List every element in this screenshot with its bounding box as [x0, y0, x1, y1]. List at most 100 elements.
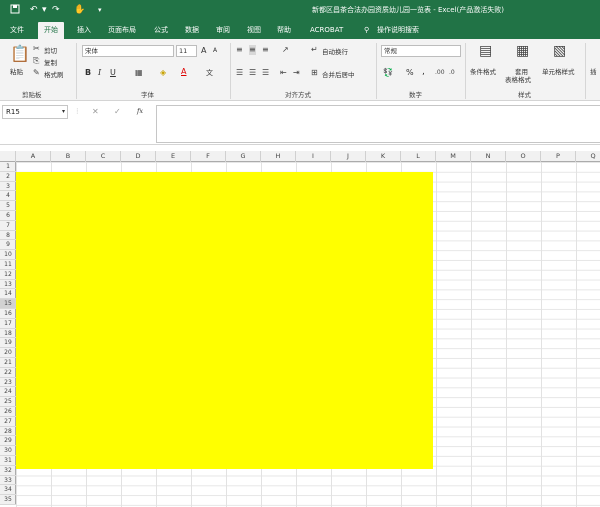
font-size-select[interactable]: 11: [176, 45, 197, 57]
row-header-30[interactable]: 30: [0, 446, 16, 456]
conditional-formatting-button[interactable]: 条件格式: [470, 66, 496, 76]
tab-home[interactable]: 开始: [38, 22, 64, 39]
merge-center-icon[interactable]: ⊞: [311, 68, 318, 78]
row-header-27[interactable]: 27: [0, 417, 16, 427]
column-header-d[interactable]: D: [121, 151, 156, 162]
row-header-19[interactable]: 19: [0, 338, 16, 349]
increase-indent-icon[interactable]: ⇥: [293, 68, 300, 78]
increase-decimal-icon[interactable]: .00: [435, 68, 445, 78]
column-header-h[interactable]: H: [261, 151, 296, 162]
decrease-indent-icon[interactable]: ⇤: [280, 68, 287, 78]
paste-button[interactable]: 粘贴: [10, 66, 23, 76]
row-header-24[interactable]: 24: [0, 387, 16, 398]
formula-input[interactable]: [156, 105, 600, 143]
copy-button[interactable]: 复制: [44, 57, 57, 67]
insert-function-icon[interactable]: fx: [137, 107, 143, 115]
row-header-6[interactable]: 6: [0, 211, 16, 221]
tab-file[interactable]: 文件: [10, 25, 24, 36]
underline-button[interactable]: U: [110, 68, 116, 77]
row-header-2[interactable]: 2: [0, 172, 16, 182]
row-header-1[interactable]: 1: [0, 162, 16, 172]
format-painter-button[interactable]: 格式刷: [44, 69, 64, 79]
currency-icon[interactable]: 💱: [383, 68, 393, 78]
wrap-text-icon[interactable]: ↵: [311, 45, 318, 55]
align-center-icon[interactable]: ☰: [249, 68, 256, 78]
column-header-i[interactable]: I: [296, 151, 331, 162]
align-top-icon[interactable]: ≡: [236, 45, 243, 55]
redo-icon[interactable]: ↷: [52, 4, 60, 16]
border-icon[interactable]: ▦: [135, 68, 143, 78]
tab-acrobat[interactable]: ACROBAT: [310, 25, 343, 36]
row-header-34[interactable]: 34: [0, 485, 16, 496]
column-header-l[interactable]: L: [401, 151, 436, 162]
paste-icon[interactable]: 📋: [10, 45, 30, 63]
row-header-10[interactable]: 10: [0, 250, 16, 260]
column-header-j[interactable]: J: [331, 151, 366, 162]
row-header-32[interactable]: 32: [0, 466, 16, 476]
format-painter-icon[interactable]: ✎: [33, 68, 40, 78]
name-box[interactable]: R15: [2, 105, 68, 119]
cut-button[interactable]: 剪切: [44, 45, 57, 55]
align-right-icon[interactable]: ☰: [262, 68, 269, 78]
column-header-n[interactable]: N: [471, 151, 506, 162]
font-name-select[interactable]: 宋体: [82, 45, 174, 57]
column-header-c[interactable]: C: [86, 151, 121, 162]
format-as-table-icon[interactable]: ▦: [516, 43, 529, 59]
column-header-a[interactable]: A: [16, 151, 51, 162]
cell-styles-icon[interactable]: ▧: [553, 43, 566, 59]
row-header-15[interactable]: 15: [0, 299, 16, 309]
row-header-21[interactable]: 21: [0, 358, 16, 368]
column-header-e[interactable]: E: [156, 151, 191, 162]
column-header-g[interactable]: G: [226, 151, 261, 162]
row-header-13[interactable]: 13: [0, 280, 16, 290]
column-header-k[interactable]: K: [366, 151, 401, 162]
column-header-q[interactable]: Q: [576, 151, 600, 162]
tab-data[interactable]: 数据: [185, 25, 199, 36]
row-header-35[interactable]: 35: [0, 495, 16, 505]
column-header-p[interactable]: P: [541, 151, 576, 162]
column-header-o[interactable]: O: [506, 151, 541, 162]
decrease-decimal-icon[interactable]: .0: [449, 68, 455, 78]
row-header-28[interactable]: 28: [0, 427, 16, 437]
undo-icon[interactable]: ↶: [30, 4, 38, 16]
tab-page-layout[interactable]: 页面布局: [108, 25, 136, 36]
row-header-29[interactable]: 29: [0, 436, 16, 447]
conditional-formatting-icon[interactable]: ▤: [479, 43, 492, 59]
row-header-17[interactable]: 17: [0, 319, 16, 329]
row-header-23[interactable]: 23: [0, 378, 16, 388]
row-header-22[interactable]: 22: [0, 368, 16, 378]
row-header-9[interactable]: 9: [0, 240, 16, 251]
column-header-f[interactable]: F: [191, 151, 226, 162]
bold-button[interactable]: B: [85, 68, 91, 77]
tab-help[interactable]: 帮助: [277, 25, 291, 36]
row-header-20[interactable]: 20: [0, 348, 16, 358]
row-header-5[interactable]: 5: [0, 201, 16, 211]
customize-icon[interactable]: ▾: [98, 4, 102, 16]
tell-me-search[interactable]: 操作说明搜索: [377, 25, 419, 36]
touch-mode-icon[interactable]: ✋: [74, 4, 85, 16]
wrap-text-button[interactable]: 自动换行: [322, 46, 348, 56]
row-header-16[interactable]: 16: [0, 309, 16, 319]
column-header-b[interactable]: B: [51, 151, 86, 162]
row-header-31[interactable]: 31: [0, 456, 16, 466]
insert-cells-button[interactable]: 插: [590, 66, 597, 76]
tab-insert[interactable]: 插入: [77, 25, 91, 36]
row-header-7[interactable]: 7: [0, 221, 16, 231]
row-header-11[interactable]: 11: [0, 260, 16, 270]
enter-icon[interactable]: ✓: [114, 107, 121, 116]
row-header-33[interactable]: 33: [0, 476, 16, 486]
column-header-m[interactable]: M: [436, 151, 471, 162]
row-header-14[interactable]: 14: [0, 289, 16, 300]
name-box-dropdown-icon[interactable]: ▾: [62, 108, 65, 115]
italic-button[interactable]: I: [98, 68, 101, 77]
format-as-table-line2[interactable]: 表格格式: [505, 74, 531, 84]
row-header-4[interactable]: 4: [0, 191, 16, 202]
row-header-3[interactable]: 3: [0, 182, 16, 192]
tab-formulas[interactable]: 公式: [154, 25, 168, 36]
cell-styles-button[interactable]: 单元格样式: [542, 66, 575, 76]
copy-icon[interactable]: ⎘: [33, 56, 39, 66]
orientation-icon[interactable]: ↗: [282, 45, 289, 55]
select-all-corner[interactable]: [0, 151, 16, 162]
merge-center-button[interactable]: 合并后居中: [322, 69, 355, 79]
comma-button[interactable]: ,: [422, 67, 425, 77]
